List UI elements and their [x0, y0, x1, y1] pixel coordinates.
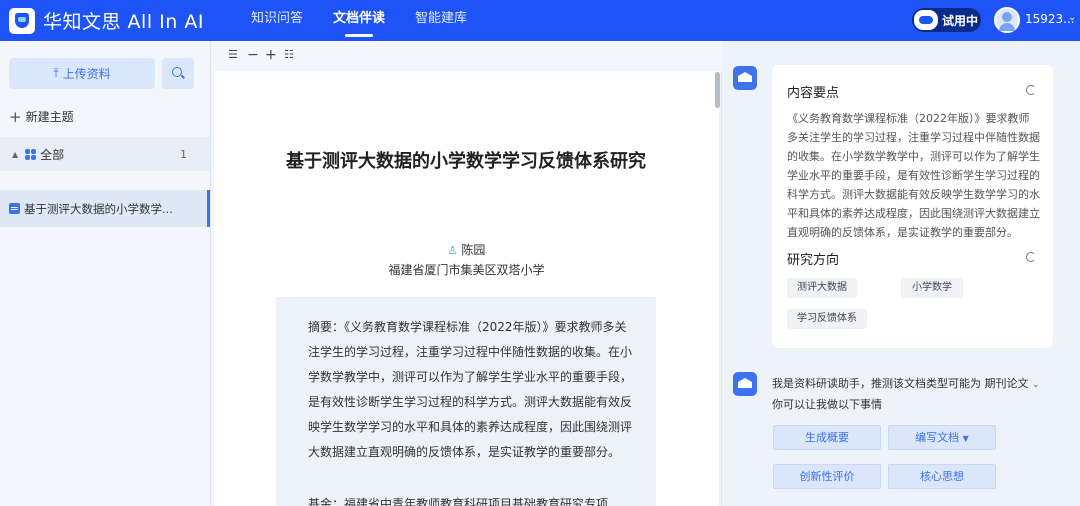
document-list-item[interactable]: 基于测评大数据的小学数学... — [0, 190, 210, 227]
document-scrollbar[interactable] — [715, 72, 720, 108]
innovation-evaluation-button[interactable]: 创新性评价 — [773, 464, 881, 489]
refresh-icon[interactable] — [1026, 85, 1036, 95]
document-toolbar: ☰ − + ☷ — [210, 41, 722, 71]
caret-down-icon: ▼ — [962, 434, 969, 443]
chevron-down-icon[interactable]: ⌄ — [1068, 12, 1076, 23]
chevron-down-icon[interactable]: ⌄ — [1032, 380, 1040, 390]
paper-affiliation: 福建省厦门市集美区双塔小学 — [388, 263, 545, 277]
assistant-icon — [733, 372, 757, 396]
nav-knowledge-qa[interactable]: 知识问答 — [251, 0, 303, 41]
caret-up-icon[interactable]: ▲ — [12, 150, 18, 159]
nav-document-reading[interactable]: 文档伴读 — [333, 0, 385, 41]
refresh-icon[interactable] — [1026, 252, 1036, 262]
list-icon[interactable]: ☷ — [284, 48, 294, 62]
assistant-intro: 我是资料研读助手，推测该文档类型可能为 期刊论文 ⌄ 你可以让我做以下事情 — [772, 374, 1062, 415]
author-name: 陈园 — [461, 243, 486, 257]
document-page: 基于测评大数据的小学数学学习反馈体系研究 ♙ 陈园 福建省厦门市集美区双塔小学 … — [214, 71, 719, 506]
avatar[interactable] — [994, 7, 1020, 33]
upload-label: 上传资料 — [62, 67, 111, 81]
trial-label: 试用中 — [942, 13, 979, 28]
paper-author: ♙ 陈园 — [214, 241, 719, 258]
zoom-out-icon[interactable]: − — [247, 48, 259, 62]
category-count: 1 — [180, 147, 187, 161]
core-idea-button[interactable]: 核心思想 — [888, 464, 996, 489]
search-button[interactable] — [162, 58, 194, 89]
summary-heading: 内容要点 — [787, 86, 840, 101]
grid-icon — [25, 148, 37, 160]
sidebar: ⤒ 上传资料 + 新建主题 ▲ 全部 1 基于测评大数据的小学数学... — [0, 41, 210, 506]
user-icon: ♙ — [447, 244, 458, 257]
plus-icon: + — [9, 107, 22, 126]
nav-smart-library[interactable]: 智能建库 — [415, 0, 467, 41]
write-document-label: 编写文档 — [915, 431, 960, 444]
zoom-in-icon[interactable]: + — [265, 48, 277, 62]
document-type-select[interactable]: 期刊论文 — [985, 377, 1029, 390]
document-viewer[interactable]: 基于测评大数据的小学数学学习反馈体系研究 ♙ 陈园 福建省厦门市集美区双塔小学 … — [210, 71, 722, 506]
category-all-label: 全部 — [40, 147, 65, 162]
abstract-text: 摘要：《义务教育数学课程标准（2022年版）》要求教师多关注学生的学习过程，注重… — [308, 320, 633, 459]
research-tag[interactable]: 学习反馈体系 — [787, 309, 867, 329]
write-document-button[interactable]: 编写文档 ▼ — [888, 425, 996, 450]
trial-badge[interactable]: 试用中 — [912, 8, 981, 32]
main-nav: 知识问答 文档伴读 智能建库 — [251, 0, 497, 41]
fund-text: 基金：福建省中青年教师教育科研项目基础教育研究专项 — [308, 497, 609, 506]
research-tag[interactable]: 小学数学 — [901, 278, 963, 298]
generate-summary-button[interactable]: 生成概要 — [773, 425, 881, 450]
paper-title: 基于测评大数据的小学数学学习反馈体系研究 — [286, 151, 646, 172]
document-list-title: 基于测评大数据的小学数学... — [24, 201, 173, 216]
robot-icon — [914, 10, 938, 30]
outline-icon[interactable]: ☰ — [228, 48, 238, 62]
new-topic-button[interactable]: + 新建主题 — [9, 108, 74, 125]
new-topic-label: 新建主题 — [25, 110, 74, 124]
upload-icon: ⤒ — [53, 66, 59, 80]
top-bar: 华知文思 All In AI 知识问答 文档伴读 智能建库 试用中 15923.… — [0, 0, 1080, 41]
category-all[interactable]: ▲ 全部 1 — [0, 137, 210, 171]
intro-suffix: 你可以让我做以下事情 — [772, 398, 882, 411]
research-tag[interactable]: 测评大数据 — [787, 278, 857, 298]
upload-button[interactable]: ⤒ 上传资料 — [9, 58, 155, 89]
assistant-panel: 内容要点 《义务教育数学课程标准（2022年版）》要求教师多关注学生的学习过程，… — [722, 41, 1080, 506]
abstract-box: 摘要：《义务教育数学课程标准（2022年版）》要求教师多关注学生的学习过程，注重… — [276, 297, 656, 506]
direction-heading: 研究方向 — [787, 253, 840, 268]
document-icon — [9, 203, 20, 214]
assistant-icon — [733, 66, 757, 90]
summary-text: 《义务教育数学课程标准（2022年版）》要求教师多关注学生的学习过程，注重学习过… — [787, 112, 1040, 239]
summary-card: 内容要点 《义务教育数学课程标准（2022年版）》要求教师多关注学生的学习过程，… — [772, 65, 1053, 348]
logo-icon[interactable] — [9, 7, 35, 34]
intro-prefix: 我是资料研读助手，推测该文档类型可能为 — [772, 377, 981, 390]
brand-title[interactable]: 华知文思 All In AI — [43, 7, 204, 34]
